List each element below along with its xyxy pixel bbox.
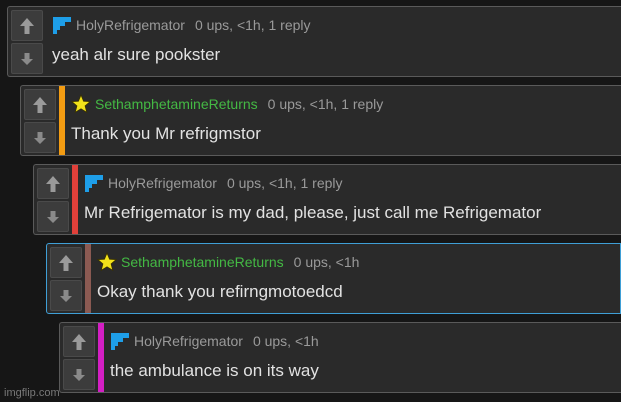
comment-stats: 0 ups, <1h, 1 reply: [226, 175, 343, 191]
downvote-button[interactable]: [50, 280, 82, 311]
arrow-up-icon: [46, 175, 60, 192]
upvote-button[interactable]: [63, 326, 95, 357]
star-icon: [71, 94, 91, 114]
comment-2: SethamphetamineReturns 0 ups, <1h, 1 rep…: [20, 85, 621, 156]
arrow-up-icon: [59, 254, 73, 271]
comment-5: HolyRefrigemator 0 ups, <1h the ambulanc…: [59, 322, 621, 393]
upvote-button[interactable]: [24, 89, 56, 120]
comment-3: HolyRefrigemator 0 ups, <1h, 1 reply Mr …: [33, 164, 621, 235]
comment-stats: 0 ups, <1h: [252, 333, 319, 349]
arrow-down-icon: [60, 289, 72, 302]
comment-text: Okay thank you refirngmotoedcd: [97, 282, 343, 301]
vote-controls: [11, 10, 43, 74]
comment-meta: HolyRefrigemator 0 ups, <1h, 1 reply: [52, 15, 311, 35]
vote-controls: [63, 326, 95, 390]
comment-stats: 0 ups, <1h, 1 reply: [194, 17, 311, 33]
vote-controls: [37, 168, 69, 232]
arrow-down-icon: [73, 368, 85, 381]
blue-staircase-icon: [53, 17, 71, 34]
downvote-button[interactable]: [37, 201, 69, 232]
arrow-down-icon: [34, 131, 46, 144]
username[interactable]: HolyRefrigemator: [108, 175, 217, 191]
username[interactable]: SethamphetamineReturns: [95, 96, 258, 112]
blue-staircase-icon: [85, 175, 103, 192]
arrow-down-icon: [21, 52, 33, 65]
comment-meta: HolyRefrigemator 0 ups, <1h: [110, 331, 319, 351]
arrow-up-icon: [33, 96, 47, 113]
comment-text: Mr Refrigemator is my dad, please, just …: [84, 203, 542, 222]
arrow-down-icon: [47, 210, 59, 223]
vote-controls: [50, 247, 82, 311]
username[interactable]: SethamphetamineReturns: [121, 254, 284, 270]
downvote-button[interactable]: [63, 359, 95, 390]
comment-text: yeah alr sure pookster: [52, 45, 221, 64]
vote-controls: [24, 89, 56, 153]
blue-staircase-icon: [111, 333, 129, 350]
comment-4: SethamphetamineReturns 0 ups, <1h Okay t…: [46, 243, 621, 314]
comment-meta: HolyRefrigemator 0 ups, <1h, 1 reply: [84, 173, 343, 193]
upvote-button[interactable]: [50, 247, 82, 278]
upvote-button[interactable]: [11, 10, 43, 41]
arrow-up-icon: [20, 17, 34, 34]
downvote-button[interactable]: [11, 43, 43, 74]
username[interactable]: HolyRefrigemator: [134, 333, 243, 349]
comment-1: HolyRefrigemator 0 ups, <1h, 1 reply yea…: [7, 6, 621, 77]
upvote-button[interactable]: [37, 168, 69, 199]
comment-thread: HolyRefrigemator 0 ups, <1h, 1 reply yea…: [0, 0, 621, 402]
watermark: imgflip.com: [4, 387, 60, 399]
downvote-button[interactable]: [24, 122, 56, 153]
comment-meta: SethamphetamineReturns 0 ups, <1h, 1 rep…: [71, 94, 383, 114]
comment-meta: SethamphetamineReturns 0 ups, <1h: [97, 252, 359, 272]
comment-stats: 0 ups, <1h: [293, 254, 360, 270]
arrow-up-icon: [72, 333, 86, 350]
comment-text: Thank you Mr refrigmstor: [71, 124, 261, 143]
star-icon: [97, 252, 117, 272]
username[interactable]: HolyRefrigemator: [76, 17, 185, 33]
comment-stats: 0 ups, <1h, 1 reply: [267, 96, 384, 112]
comment-text: the ambulance is on its way: [110, 361, 319, 380]
